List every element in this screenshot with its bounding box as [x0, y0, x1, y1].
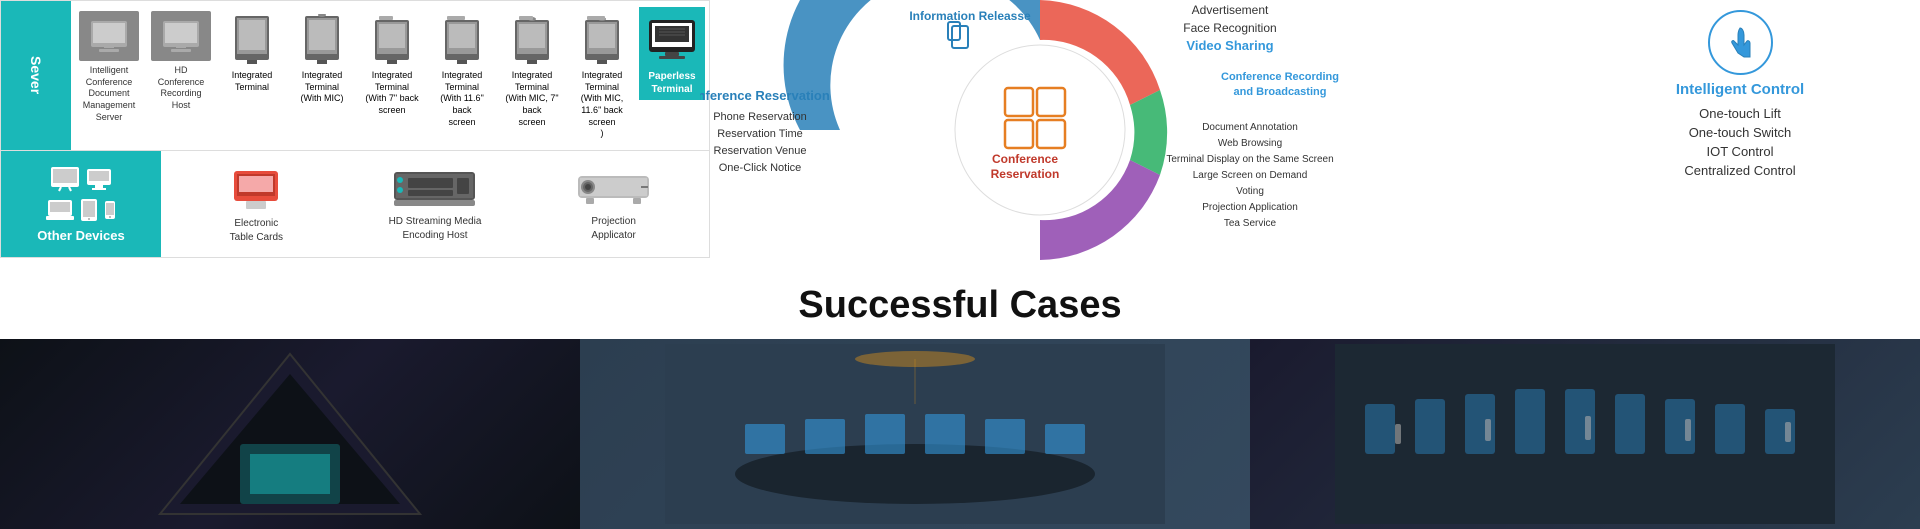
- svg-text:Document Annotation: Document Annotation: [1202, 122, 1298, 133]
- device-label: IntegratedTerminal(With 7" backscreen: [365, 70, 418, 117]
- svg-text:Information Releasse: Information Releasse: [909, 9, 1031, 23]
- svg-text:Face Recognition: Face Recognition: [1183, 21, 1276, 35]
- device-item: IntegratedTerminal: [219, 7, 285, 97]
- svg-text:and Broadcasting: and Broadcasting: [1234, 86, 1327, 98]
- server-column: Sever: [1, 1, 71, 150]
- device-item: IntegratedTerminal(With 7" backscreen: [359, 7, 425, 121]
- svg-text:Conference Reservation: Conference Reservation: [700, 88, 830, 103]
- device-item: HD Conference RecordingHost: [147, 7, 215, 116]
- device-label: ElectronicTable Cards: [230, 217, 283, 245]
- server-label: Sever: [28, 56, 44, 94]
- svg-text:Large Screen on Demand: Large Screen on Demand: [1193, 170, 1308, 181]
- device-label: Integrated Terminal(With MIC, 11.6" back…: [573, 70, 631, 140]
- svg-text:Web Browsing: Web Browsing: [1218, 138, 1282, 149]
- top-row: Sever Intelligent ConferenceDocument Man…: [0, 0, 710, 151]
- electronic-table-cards: ElectronicTable Cards: [169, 159, 344, 249]
- case-image-2: [580, 339, 1250, 529]
- device-item: Integrated Terminal(With MIC, 7" backscr…: [499, 7, 565, 132]
- item-iot-control: IOT Control: [1580, 144, 1900, 159]
- device-item: IntegratedTerminal(With MIC): [289, 7, 355, 109]
- other-devices-icons: [50, 166, 112, 192]
- right-panel: Intelligent Control One-touch Lift One-t…: [1560, 0, 1920, 260]
- intelligent-control-title: Intelligent Control: [1676, 81, 1804, 98]
- item-one-touch-lift: One-touch Lift: [1580, 106, 1900, 121]
- device-item: Integrated Terminal(With MIC, 11.6" back…: [569, 7, 635, 144]
- svg-text:Tea Service: Tea Service: [1224, 218, 1277, 229]
- item-one-touch-switch: One-touch Switch: [1580, 125, 1900, 140]
- cases-images-row: [0, 339, 1920, 529]
- svg-text:Video Sharing: Video Sharing: [1186, 38, 1273, 53]
- projection-applicator: ProjectionApplicator: [526, 159, 701, 249]
- svg-text:Projection Application: Projection Application: [1202, 202, 1298, 213]
- paperless-terminal-label: Paperless Terminal: [643, 70, 701, 96]
- bottom-devices-grid: ElectronicTable Cards: [161, 151, 709, 257]
- svg-text:Advertisement: Advertisement: [1192, 3, 1269, 17]
- device-label: IntegratedTerminal(With MIC): [301, 70, 344, 105]
- other-devices-col: Other Devices: [1, 151, 161, 257]
- device-label: Integrated Terminal(With MIC, 7" backscr…: [503, 70, 561, 128]
- successful-cases-title: Successful Cases: [798, 284, 1121, 326]
- svg-text:Voting: Voting: [1236, 186, 1264, 197]
- device-label: IntegratedTerminal: [232, 70, 273, 93]
- other-devices-label: Other Devices: [37, 228, 124, 243]
- other-devices-icons-2: [46, 198, 116, 222]
- successful-cases-section: Successful Cases: [0, 268, 1920, 529]
- hd-streaming-media: HD Streaming MediaEncoding Host: [348, 159, 523, 249]
- case-image-1: [0, 339, 580, 529]
- device-label: HD Streaming MediaEncoding Host: [389, 215, 482, 243]
- svg-text:Conference: Conference: [992, 152, 1058, 166]
- case-image-3: [1250, 339, 1920, 529]
- page-wrapper: Sever Intelligent ConferenceDocument Man…: [0, 0, 1920, 516]
- device-item: Intelligent ConferenceDocument Managemen…: [75, 7, 143, 127]
- intelligent-control-section: Intelligent Control: [1580, 10, 1900, 98]
- left-panel: Sever Intelligent ConferenceDocument Man…: [0, 0, 710, 258]
- item-centralized-control: Centralized Control: [1580, 163, 1900, 178]
- svg-text:One-Click Notice: One-Click Notice: [719, 162, 802, 174]
- device-label: Integrated Terminal(With 11.6" backscree…: [433, 70, 491, 128]
- device-item: Integrated Terminal(With 11.6" backscree…: [429, 7, 495, 132]
- svg-text:Reservation Time: Reservation Time: [717, 128, 803, 140]
- paperless-terminal-item: Paperless Terminal: [639, 7, 705, 100]
- svg-text:Reservation Venue: Reservation Venue: [714, 145, 807, 157]
- bottom-row: Other Devices ElectronicTable Cards: [0, 151, 710, 258]
- svg-text:Terminal Display on the Same S: Terminal Display on the Same Screen: [1166, 154, 1333, 165]
- svg-text:Phone Reservation: Phone Reservation: [713, 111, 807, 123]
- device-label: ProjectionApplicator: [591, 215, 635, 243]
- svg-text:Reservation: Reservation: [991, 167, 1060, 181]
- intelligent-control-items: One-touch Lift One-touch Switch IOT Cont…: [1580, 106, 1900, 178]
- successful-cases-header: Successful Cases: [0, 268, 1920, 339]
- device-label: Intelligent ConferenceDocument Managemen…: [79, 65, 139, 123]
- diagram-area: Conference Reservation Conference Reserv…: [700, 0, 1380, 260]
- svg-text:Conference Recording: Conference Recording: [1221, 71, 1339, 83]
- device-label: HD Conference RecordingHost: [151, 65, 211, 112]
